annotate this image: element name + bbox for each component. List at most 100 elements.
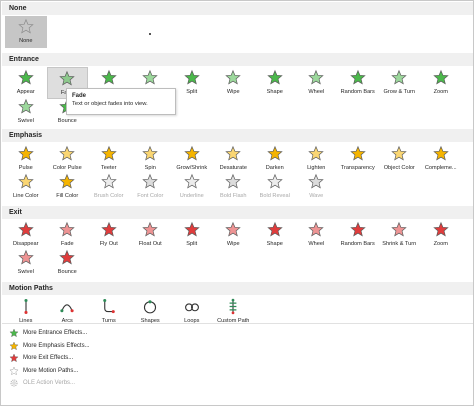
effect-entrance-split[interactable]: Split <box>171 67 213 99</box>
effect-entrance-grow-turn[interactable]: Grow & Turn <box>379 67 421 99</box>
star-gray-icon <box>184 173 200 189</box>
star-shape <box>350 69 366 85</box>
more-entrance-effects[interactable]: More Entrance Effects... <box>2 327 474 340</box>
effect-label: Zoom <box>433 89 448 95</box>
star-red-icon <box>101 221 117 237</box>
star-red-icon <box>350 221 366 237</box>
effect-emphasis-bold-flash: Bold Flash <box>213 171 255 203</box>
star-shape <box>267 173 283 189</box>
effect-entrance-wheel[interactable]: Wheel <box>296 67 338 99</box>
star-shape <box>101 173 117 189</box>
star-red-icon <box>391 221 407 237</box>
effect-emphasis-compleme[interactable]: Compleme... <box>420 143 462 175</box>
effect-exit-zoom[interactable]: Zoom <box>420 219 462 251</box>
star-shape <box>9 328 19 338</box>
effect-exit-bounce[interactable]: Bounce <box>47 247 89 279</box>
effect-label: Appear <box>16 89 35 95</box>
effect-exit-fly-out[interactable]: Fly Out <box>88 219 130 251</box>
effect-entrance-zoom[interactable]: Zoom <box>420 67 462 99</box>
arc-path-icon <box>60 304 74 313</box>
effect-exit-random-bars[interactable]: Random Bars <box>337 219 379 251</box>
effect-label: Fly Out <box>99 241 118 247</box>
section-header-exit: Exit <box>2 206 473 219</box>
star-shape <box>184 221 200 237</box>
effect-emphasis-fill-color[interactable]: Fill Color <box>47 171 89 203</box>
effect-emphasis-object-color[interactable]: Object Color <box>379 143 421 175</box>
exit-row-2: Swivel Bounce <box>5 247 88 279</box>
star-yellow-icon <box>433 145 449 161</box>
star-shape <box>142 69 158 85</box>
effect-tooltip: Fade Text or object fades into view. <box>66 88 176 115</box>
star-yellow-icon <box>308 145 324 161</box>
star-red-icon <box>18 221 34 237</box>
section-header-motion-paths: Motion Paths <box>2 282 473 295</box>
effect-exit-shrink-turn[interactable]: Shrink & Turn <box>379 219 421 251</box>
effect-label: Random Bars <box>340 241 375 247</box>
effect-label: Brush Color <box>93 193 124 199</box>
menu-label: OLE Action Verbs... <box>23 380 76 387</box>
star-shape <box>225 145 241 161</box>
star-shape <box>18 145 34 161</box>
effect-label: Split <box>186 89 198 95</box>
star-yellow-icon <box>18 145 34 161</box>
effect-emphasis-transparency[interactable]: Transparency <box>337 143 379 175</box>
effect-exit-shape[interactable]: Shape <box>254 219 296 251</box>
star-shape <box>101 145 117 161</box>
star-red-icon <box>59 249 75 265</box>
effect-label: Transparency <box>340 165 375 171</box>
effect-label: Underline <box>179 193 204 199</box>
star-gray-icon <box>225 173 241 189</box>
effect-entrance-appear[interactable]: Appear <box>5 67 47 99</box>
star-red-icon <box>59 221 75 237</box>
star-yellow-icon <box>350 145 366 161</box>
star-yellow-icon <box>267 145 283 161</box>
star-shape <box>18 69 34 85</box>
star-shape <box>142 173 158 189</box>
star-shape <box>59 70 75 86</box>
star-outline-icon <box>18 18 34 34</box>
star-shape <box>350 145 366 161</box>
star-yellow-icon <box>9 341 19 350</box>
star-shape <box>142 221 158 237</box>
star-shape <box>18 173 34 189</box>
effect-label: None <box>19 38 33 44</box>
more-motion-paths[interactable]: More Motion Paths... <box>2 365 474 378</box>
star-red-icon <box>9 353 19 363</box>
star-red-icon <box>267 221 283 237</box>
effect-label: Wheel <box>308 241 325 247</box>
star-shape <box>9 341 19 350</box>
loop-path-icon <box>184 303 199 312</box>
effect-exit-float-out[interactable]: Float Out <box>130 219 172 251</box>
effect-exit-swivel[interactable]: Swivel <box>5 247 47 279</box>
effect-entrance-random-bars[interactable]: Random Bars <box>337 67 379 99</box>
custom-path-icon <box>229 298 237 315</box>
star-red-icon <box>308 221 324 237</box>
effect-entrance-swivel[interactable]: Swivel <box>5 96 47 128</box>
section-header-none: None <box>2 2 473 15</box>
effect-entrance-wipe[interactable]: Wipe <box>213 67 255 99</box>
menu-label: More Entrance Effects... <box>23 330 88 337</box>
effect-label: Wipe <box>226 89 240 95</box>
effect-exit-split[interactable]: Split <box>171 219 213 251</box>
effect-entrance-shape[interactable]: Shape <box>254 67 296 99</box>
star-yellow-icon <box>59 145 75 161</box>
effect-label: Swivel <box>17 118 34 124</box>
effect-emphasis-line-color[interactable]: Line Color <box>5 171 47 203</box>
effect-label: Bold Reveal <box>259 193 290 199</box>
star-shape <box>101 69 117 85</box>
effect-exit-wipe[interactable]: Wipe <box>213 219 255 251</box>
section-header-entrance: Entrance <box>2 53 473 66</box>
effect-exit-wheel[interactable]: Wheel <box>296 219 338 251</box>
star-shape <box>267 69 283 85</box>
gear-icon <box>10 379 18 387</box>
star-shape <box>18 249 34 265</box>
star-green-icon <box>59 70 75 86</box>
effect-label: Shape <box>266 89 283 95</box>
star-green-icon <box>225 69 241 85</box>
more-emphasis-effects[interactable]: More Emphasis Effects... <box>2 340 474 353</box>
more-exit-effects[interactable]: More Exit Effects... <box>2 352 474 365</box>
star-red-icon <box>142 221 158 237</box>
effect-none[interactable]: None <box>5 16 47 48</box>
menu-label: More Motion Paths... <box>23 367 79 374</box>
star-shape <box>225 69 241 85</box>
